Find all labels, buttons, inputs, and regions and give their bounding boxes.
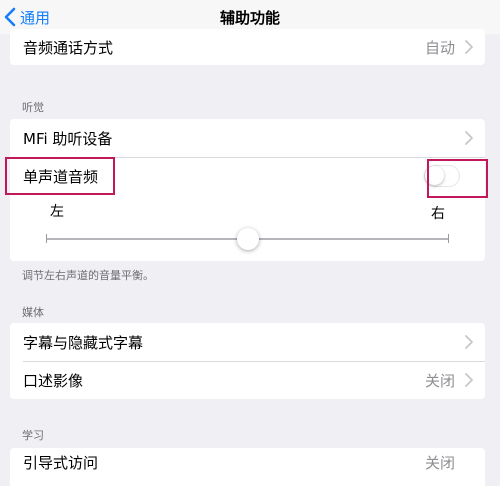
- balance-slider-track[interactable]: [46, 228, 449, 250]
- balance-slider-thumb[interactable]: [236, 228, 259, 250]
- chevron-right-icon: [465, 373, 473, 387]
- audio-descriptions-value: 关闭: [424, 371, 455, 390]
- mfi-label: MFi 助听设备: [23, 129, 113, 148]
- page-title: 辅助功能: [219, 9, 280, 27]
- section-header-media: 媒体: [22, 306, 44, 319]
- audio-routing-value: 自动: [424, 38, 455, 57]
- section-header-learning: 学习: [22, 429, 44, 442]
- subtitles-row[interactable]: 字幕与隐藏式字幕: [10, 323, 485, 361]
- audio-routing-label: 音频通话方式: [23, 38, 114, 57]
- guided-access-value: 关闭: [424, 454, 455, 472]
- audio-descriptions-row[interactable]: 口述影像 关闭: [10, 361, 485, 399]
- chevron-right-icon: [465, 40, 473, 54]
- balance-right-label: 右: [431, 206, 445, 222]
- media-group: 字幕与隐藏式字幕 口述影像 关闭: [10, 323, 485, 399]
- slider-tick-left: [46, 234, 47, 243]
- mfi-hearing-devices-row[interactable]: MFi 助听设备: [10, 119, 485, 157]
- subtitles-label: 字幕与隐藏式字幕: [23, 333, 144, 352]
- balance-left-label: 左: [50, 204, 64, 220]
- slider-tick-right: [448, 234, 449, 243]
- audio-routing-group: 音频通话方式 自动: [10, 29, 485, 65]
- audio-routing-row[interactable]: 音频通话方式 自动: [10, 29, 485, 65]
- learning-group: 引导式访问 关闭: [10, 448, 485, 486]
- audio-descriptions-label: 口述影像: [23, 371, 84, 390]
- balance-footnote: 调节左右声道的音量平衡。: [22, 269, 154, 282]
- chevron-right-icon: [465, 131, 473, 145]
- section-header-hearing: 听觉: [22, 101, 44, 114]
- guided-access-row[interactable]: 引导式访问 关闭: [10, 448, 485, 486]
- chevron-right-icon: [465, 335, 473, 349]
- balance-area: 左 右: [10, 195, 485, 261]
- highlight-mono-audio-label: [5, 157, 115, 195]
- highlight-mono-audio-toggle: [427, 159, 488, 198]
- guided-access-label: 引导式访问: [23, 454, 99, 472]
